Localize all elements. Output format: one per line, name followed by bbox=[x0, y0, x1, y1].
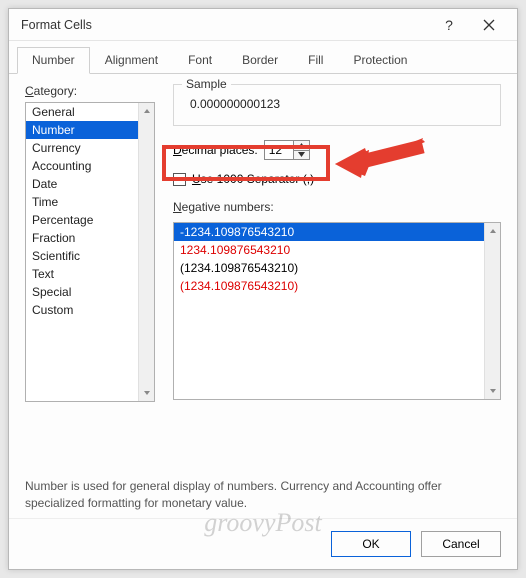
tab-strip: Number Alignment Font Border Fill Protec… bbox=[9, 41, 517, 74]
tab-fill[interactable]: Fill bbox=[293, 47, 338, 73]
tab-font[interactable]: Font bbox=[173, 47, 227, 73]
category-item-fraction[interactable]: Fraction bbox=[26, 229, 138, 247]
tab-alignment[interactable]: Alignment bbox=[90, 47, 173, 73]
negative-listbox[interactable]: -1234.109876543210 1234.109876543210 (12… bbox=[173, 222, 501, 400]
spinner-down-button[interactable] bbox=[294, 151, 309, 160]
separator-checkbox[interactable] bbox=[173, 173, 186, 186]
category-item-general[interactable]: General bbox=[26, 103, 138, 121]
format-description: Number is used for general display of nu… bbox=[25, 478, 501, 512]
tab-number[interactable]: Number bbox=[17, 47, 90, 74]
separator-label: Use 1000 Separator (,) bbox=[192, 172, 314, 186]
scroll-up-icon[interactable] bbox=[485, 223, 500, 239]
category-scrollbar[interactable] bbox=[138, 103, 154, 401]
sample-label: Sample bbox=[182, 77, 231, 91]
category-listbox[interactable]: General Number Currency Accounting Date … bbox=[25, 102, 155, 402]
sample-value: 0.000000000123 bbox=[184, 93, 490, 113]
category-item-number[interactable]: Number bbox=[26, 121, 138, 139]
dialog-buttons: OK Cancel bbox=[9, 518, 517, 569]
dialog-body: Category: General Number Currency Accoun… bbox=[9, 74, 517, 518]
category-item-custom[interactable]: Custom bbox=[26, 301, 138, 319]
tab-border[interactable]: Border bbox=[227, 47, 293, 73]
negative-item-2[interactable]: (1234.109876543210) bbox=[174, 259, 484, 277]
negative-item-1[interactable]: 1234.109876543210 bbox=[174, 241, 484, 259]
decimal-input[interactable] bbox=[265, 141, 293, 159]
decimal-label: Decimal places: bbox=[173, 143, 258, 157]
tab-protection[interactable]: Protection bbox=[338, 47, 422, 73]
separator-row: Use 1000 Separator (,) bbox=[173, 172, 501, 186]
cancel-button[interactable]: Cancel bbox=[421, 531, 501, 557]
decimal-row: Decimal places: bbox=[173, 140, 501, 160]
scroll-down-icon[interactable] bbox=[485, 383, 500, 399]
category-item-text[interactable]: Text bbox=[26, 265, 138, 283]
category-label: Category: bbox=[25, 84, 155, 98]
format-cells-dialog: Format Cells ? Number Alignment Font Bor… bbox=[8, 8, 518, 570]
sample-group: Sample 0.000000000123 bbox=[173, 84, 501, 126]
close-button[interactable] bbox=[469, 11, 509, 39]
category-item-special[interactable]: Special bbox=[26, 283, 138, 301]
ok-button[interactable]: OK bbox=[331, 531, 411, 557]
decimal-spinner[interactable] bbox=[264, 140, 310, 160]
category-item-percentage[interactable]: Percentage bbox=[26, 211, 138, 229]
category-item-scientific[interactable]: Scientific bbox=[26, 247, 138, 265]
negative-item-3[interactable]: (1234.109876543210) bbox=[174, 277, 484, 295]
negative-scrollbar[interactable] bbox=[484, 223, 500, 399]
category-item-time[interactable]: Time bbox=[26, 193, 138, 211]
category-item-accounting[interactable]: Accounting bbox=[26, 157, 138, 175]
scroll-down-icon[interactable] bbox=[139, 385, 154, 401]
category-item-date[interactable]: Date bbox=[26, 175, 138, 193]
close-icon bbox=[483, 19, 495, 31]
negative-item-0[interactable]: -1234.109876543210 bbox=[174, 223, 484, 241]
negative-label: Negative numbers: bbox=[173, 200, 501, 214]
dialog-title: Format Cells bbox=[21, 18, 429, 32]
scroll-up-icon[interactable] bbox=[139, 103, 154, 119]
spinner-up-button[interactable] bbox=[294, 141, 309, 151]
titlebar: Format Cells ? bbox=[9, 9, 517, 41]
category-item-currency[interactable]: Currency bbox=[26, 139, 138, 157]
help-button[interactable]: ? bbox=[429, 11, 469, 39]
